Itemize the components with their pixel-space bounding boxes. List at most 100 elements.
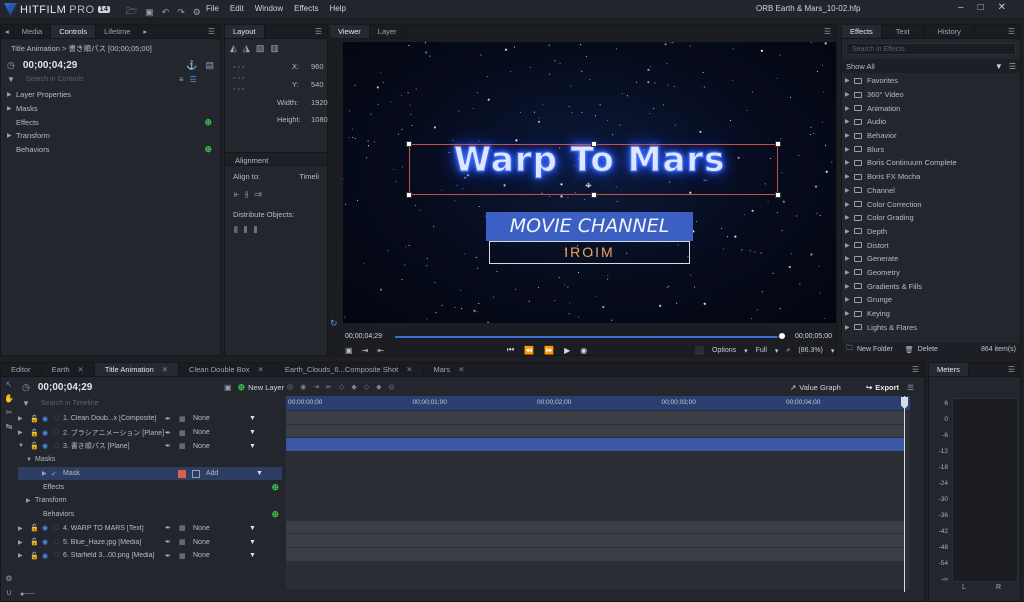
viewer-out-icon[interactable]: ⇤ [377,346,384,355]
expand-caret-icon[interactable]: ▶ [845,324,854,331]
flip-horizontal-icon[interactable]: ◭ [230,43,237,54]
filter-icon[interactable]: ▼ [7,75,15,84]
timeline-playhead[interactable] [904,396,905,592]
expand-caret-icon[interactable]: ▶ [26,497,35,504]
track-bar[interactable] [286,534,904,547]
add-behavior-icon[interactable]: ⊕ [204,144,212,155]
timeline-sub-item[interactable]: Effects ⊕ [18,480,282,494]
track-bar[interactable] [286,479,904,492]
track-bar[interactable] [286,465,904,479]
align-left-icon[interactable]: ⫦ [234,189,239,200]
brush-icon[interactable]: ✒ [165,524,179,532]
layer-name[interactable]: 4. WARP TO MARS [Text] [63,525,165,532]
effects-folder[interactable]: ▶ Color Correction [845,197,1017,211]
expand-caret-icon[interactable]: ▶ [42,470,51,477]
anchor-point-icon[interactable]: ⌖ [585,178,592,193]
step-forward-icon[interactable]: ⏩ [544,346,554,355]
x-value[interactable]: 960 [311,62,324,71]
resize-icon[interactable]: ▧ [256,43,265,54]
expand-caret-icon[interactable]: ▶ [18,429,30,436]
effects-panel-menu-icon[interactable]: ☰ [1003,25,1020,38]
new-folder-button[interactable]: New Folder [857,346,893,353]
distribute-right-icon[interactable]: ⫴ [254,225,258,236]
open-folder-icon[interactable]: 🗁 [126,4,137,20]
tab-controls[interactable]: Controls [51,25,97,38]
detail-view-icon[interactable]: ☰ [190,75,197,84]
expand-caret-icon[interactable]: ▼ [26,457,35,463]
effects-folder[interactable]: ▶ Keying [845,307,1017,321]
expand-caret-icon[interactable]: ▶ [845,283,854,290]
solo-icon[interactable]: □ [54,415,63,422]
effects-folder[interactable]: ▶ Boris Continuum Complete [845,156,1017,170]
layer-name[interactable]: 5. Blue_Haze.jpg [Media] [63,539,165,546]
blend-pattern-icon[interactable]: ▦ [179,415,193,423]
tab-layer[interactable]: Layer [370,25,406,38]
timeline-tracks[interactable] [286,410,910,590]
menu-file[interactable]: File [206,4,219,13]
lock-icon[interactable]: 🔓 [30,429,42,437]
motion-blur-icon[interactable]: ◎ [389,383,395,391]
expand-caret-icon[interactable]: ▶ [845,214,854,221]
timeline-layer-row[interactable]: ▶ 🔓 ◉ □ 1. Clean Doub...x [Composite] ✒ ▦ None ▼ [18,412,282,426]
expand-caret-icon[interactable]: ▶ [845,159,854,166]
viewer-options-dropdown[interactable]: Options [712,347,736,354]
timeline-zoom-slider[interactable]: ●── [20,591,34,598]
effects-folder[interactable]: ▶ Depth [845,225,1017,239]
expand-caret-icon[interactable]: ▶ [18,539,30,546]
handle-bl[interactable] [406,192,412,198]
visibility-eye-icon[interactable]: ◉ [42,524,54,532]
tab-layout[interactable]: Layout [225,25,265,38]
lock-icon[interactable]: 🔓 [30,538,42,546]
effects-folder[interactable]: ▶ Gradients & Fills [845,279,1017,293]
effects-folder[interactable]: ▶ Geometry [845,266,1017,280]
tab-scroll-right-icon[interactable]: ▸ [139,25,151,38]
step-back-icon[interactable]: ⏪ [524,346,534,355]
editor-settings-icon[interactable]: ⚙ [5,574,12,583]
keyframe-icon[interactable]: ◆ [351,383,356,391]
track-bar[interactable] [286,520,904,534]
tab-history[interactable]: History [925,25,975,38]
viewer-zoom-value[interactable]: (86.3%) [798,347,823,354]
expand-caret-icon[interactable]: ▼ [18,443,30,449]
editor-magnet-icon[interactable]: ∪ [6,588,12,597]
redo-icon[interactable]: ↷ [177,7,185,18]
timeline-search-input[interactable]: Search in Timeline [36,398,196,409]
track-bar[interactable] [286,506,904,520]
align-right-icon[interactable]: ⫥ [254,189,262,200]
mask-mode-dropdown[interactable]: Add [206,470,256,477]
tab-earth-clouds[interactable]: Earth_Clouds_6...Composite Shot ✕ [275,363,424,376]
track-bar[interactable] [286,424,904,438]
keyframe-add-icon[interactable]: ◆ [376,383,381,391]
align-center-icon[interactable]: ⫲ [245,189,248,200]
editor-slice-tool-icon[interactable]: ✂ [6,408,13,417]
y-value[interactable]: 540 [311,80,324,89]
tab-text[interactable]: Text [882,25,925,38]
stop-icon[interactable]: ◉ [580,346,587,355]
blend-mode-dropdown[interactable]: None [193,429,249,436]
controls-item-layer-properties[interactable]: ▶ Layer Properties [7,88,214,102]
layer-name[interactable]: 2. ブラシアニメーション [Plane] [63,428,165,438]
distribute-center-icon[interactable]: ⫴ [244,225,248,236]
loop-icon[interactable]: ↻ [330,318,338,329]
layer-name[interactable]: 1. Clean Doub...x [Composite] [63,415,165,422]
anchor-grid[interactable]: ◦ ◦ ◦ ◦ ◦ ◦ ◦ ◦ ◦ [233,62,267,96]
expand-caret-icon[interactable]: ▶ [845,91,854,98]
keyframe-next-icon[interactable]: ◇ [364,383,369,391]
blend-pattern-icon[interactable]: ▦ [179,552,193,560]
expand-caret-icon[interactable]: ▶ [845,118,854,125]
track-bar[interactable] [286,438,904,451]
solo-icon[interactable]: □ [54,443,63,450]
marker-icon[interactable]: ◉ [300,383,306,391]
text-bounding-box[interactable] [409,144,778,195]
timeline-layer-row[interactable]: ▶ 🔓 ◉ □ 6. Starfield 3...00.png [Media] ✒ ▦ Non… [18,549,282,563]
blend-mode-dropdown[interactable]: None [193,539,249,546]
expand-caret-icon[interactable]: ▶ [845,296,854,303]
timeline-layer-row[interactable]: ▶ 🔓 ◉ □ 5. Blue_Haze.jpg [Media] ✒ ▦ None ▼ [18,535,282,549]
tab-viewer[interactable]: Viewer [330,25,370,38]
effects-search-input[interactable]: Search in Effects [846,43,1016,55]
lock-icon[interactable]: 🔓 [30,552,42,560]
brush-icon[interactable]: ✒ [165,415,179,423]
minimize-icon[interactable]: – [958,2,964,13]
viewer-panel-menu-icon[interactable]: ☰ [819,25,836,38]
effects-folder[interactable]: ▶ Generate [845,252,1017,266]
